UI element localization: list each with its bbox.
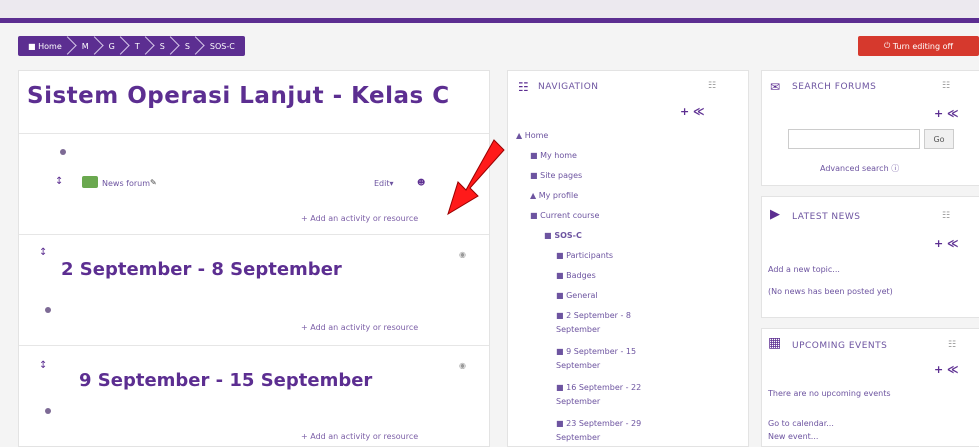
block-heading: SEARCH FORUMS xyxy=(792,82,877,92)
edit-menu[interactable]: Edit▾ xyxy=(374,179,394,188)
nav-week-2-cont[interactable]: September xyxy=(556,361,600,370)
nav-current-course[interactable]: ■ Current course xyxy=(530,211,599,220)
nav-week-1[interactable]: ■ 2 September - 8 xyxy=(556,311,631,320)
breadcrumb: ■ Home M G T S S SOS-C xyxy=(18,36,245,56)
block-dock-icon[interactable]: ☷ xyxy=(948,340,956,350)
navigation-block: ☷ NAVIGATION ☷ + ≪ ▲ Home ■ My home ■ Si… xyxy=(507,70,749,447)
sitemap-icon: ☷ xyxy=(518,80,529,94)
help-icon[interactable]: ⓘ xyxy=(891,164,899,173)
eye-icon[interactable]: ◉ xyxy=(459,361,466,370)
page-title: Sistem Operasi Lanjut - Kelas C xyxy=(27,83,450,109)
move-block-icon[interactable]: + ≪ xyxy=(680,105,705,118)
section-title: 2 September - 8 September xyxy=(61,259,342,280)
nav-week-4[interactable]: ■ 23 September - 29 xyxy=(556,419,641,428)
nav-home[interactable]: ▲ Home xyxy=(516,131,548,140)
groups-icon[interactable]: ☻ xyxy=(417,178,425,187)
breadcrumb-item[interactable]: S xyxy=(175,36,200,56)
upcoming-events-block: ▦ UPCOMING EVENTS ☷ + ≪ There are no upc… xyxy=(761,328,979,447)
nav-week-2[interactable]: ■ 9 September - 15 xyxy=(556,347,636,356)
nav-site-pages[interactable]: ■ Site pages xyxy=(530,171,582,180)
move-icon[interactable]: ↕ xyxy=(39,247,47,258)
home-icon: ■ xyxy=(28,41,39,51)
no-news-text: (No news has been posted yet) xyxy=(768,287,893,296)
nav-my-home[interactable]: ■ My home xyxy=(530,151,577,160)
megaphone-icon: ▶ xyxy=(770,207,780,222)
nav-week-3-cont[interactable]: September xyxy=(556,397,600,406)
block-dock-icon[interactable]: ☷ xyxy=(942,81,950,91)
forum-icon xyxy=(82,176,98,188)
add-activity-link[interactable]: + Add an activity or resource xyxy=(301,214,418,223)
nav-week-4-cont[interactable]: September xyxy=(556,433,600,442)
move-icon[interactable]: ↕ xyxy=(55,176,63,187)
eye-icon[interactable]: ◉ xyxy=(459,250,466,259)
add-topic-link[interactable]: Add a new topic... xyxy=(768,265,840,274)
nav-week-1-cont[interactable]: September xyxy=(556,325,600,334)
breadcrumb-item[interactable]: T xyxy=(125,36,150,56)
nav-week-3[interactable]: ■ 16 September - 22 xyxy=(556,383,641,392)
no-events-text: There are no upcoming events xyxy=(768,389,891,398)
nav-my-profile[interactable]: ▲ My profile xyxy=(530,191,578,200)
block-dock-icon[interactable]: ☷ xyxy=(708,81,716,91)
course-content: Sistem Operasi Lanjut - Kelas C ↕ News f… xyxy=(18,70,490,447)
add-activity-link[interactable]: + Add an activity or resource xyxy=(301,323,418,332)
nav-participants[interactable]: ■ Participants xyxy=(556,251,613,260)
new-event-link[interactable]: New event... xyxy=(768,432,818,441)
nav-general[interactable]: ■ General xyxy=(556,291,598,300)
block-heading: UPCOMING EVENTS xyxy=(792,341,888,351)
turn-editing-off-button[interactable]: ⏻ Turn editing off xyxy=(858,36,979,56)
top-header xyxy=(0,0,979,23)
power-icon: ⏻ xyxy=(883,41,891,50)
search-forums-block: ✉ SEARCH FORUMS ☷ + ≪ Go Advanced search… xyxy=(761,70,979,186)
speech-bubble-icon: ✉ xyxy=(770,80,781,94)
breadcrumb-home[interactable]: ■ Home xyxy=(18,36,72,56)
section-title: 9 September - 15 September xyxy=(79,370,373,391)
block-dock-icon[interactable]: ☷ xyxy=(942,211,950,221)
section-summary-dot xyxy=(45,408,51,414)
breadcrumb-current[interactable]: SOS-C xyxy=(200,36,245,56)
breadcrumb-item[interactable]: S xyxy=(150,36,175,56)
move-block-icon[interactable]: + ≪ xyxy=(934,237,959,250)
pencil-icon[interactable]: ✎ xyxy=(150,178,157,187)
nav-course-sos-c[interactable]: ■ SOS-C xyxy=(544,231,582,240)
move-block-icon[interactable]: + ≪ xyxy=(934,107,959,120)
red-arrow-annotation xyxy=(447,139,505,216)
news-forum-link[interactable]: News forum xyxy=(102,179,150,188)
breadcrumb-item[interactable]: G xyxy=(99,36,125,56)
section-general: ↕ News forum ✎ Edit▾ ☻ + Add an activity… xyxy=(19,133,489,234)
block-heading: LATEST NEWS xyxy=(792,212,861,222)
section-2: ↕ 9 September - 15 September ◉ + Add an … xyxy=(19,345,489,446)
calendar-link[interactable]: Go to calendar... xyxy=(768,419,834,428)
calendar-icon: ▦ xyxy=(768,335,782,351)
nav-badges[interactable]: ■ Badges xyxy=(556,271,596,280)
search-input[interactable] xyxy=(788,129,920,149)
section-1: ↕ 2 September - 8 September ◉ + Add an a… xyxy=(19,234,489,345)
add-activity-link[interactable]: + Add an activity or resource xyxy=(301,432,418,441)
move-icon[interactable]: ↕ xyxy=(39,360,47,371)
block-heading: NAVIGATION xyxy=(538,82,599,92)
section-summary-dot xyxy=(45,307,51,313)
go-button[interactable]: Go xyxy=(924,129,954,149)
breadcrumb-item[interactable]: M xyxy=(72,36,99,56)
move-block-icon[interactable]: + ≪ xyxy=(934,363,959,376)
advanced-search-link[interactable]: Advanced search ⓘ xyxy=(820,163,899,174)
latest-news-block: ▶ LATEST NEWS ☷ + ≪ Add a new topic... (… xyxy=(761,196,979,318)
section-summary-dot xyxy=(60,149,66,155)
